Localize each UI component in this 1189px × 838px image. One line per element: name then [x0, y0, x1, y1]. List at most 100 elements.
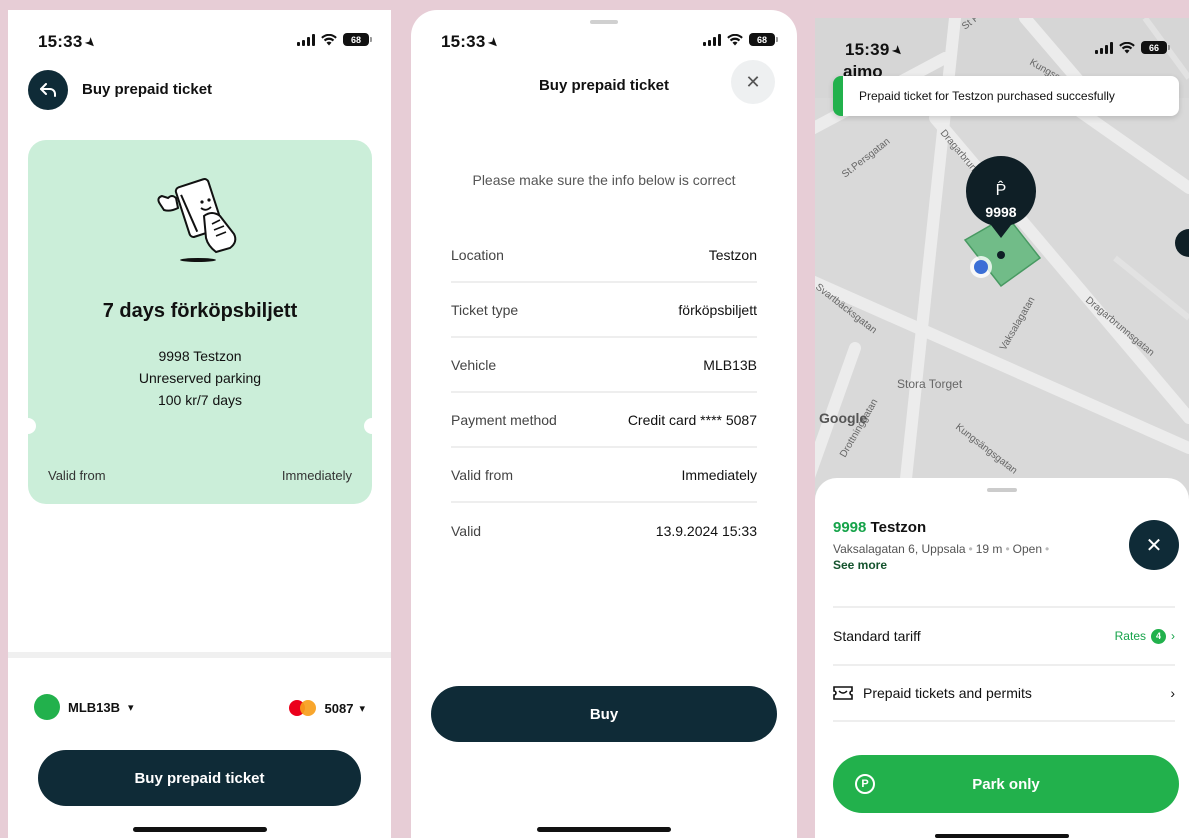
payment-card-selector[interactable]: 5087 ▾ — [288, 700, 365, 716]
row-label: Payment method — [451, 411, 557, 428]
vehicle-selector[interactable]: MLB13B ▾ — [34, 694, 134, 720]
status-bar: 15:39➤ 66 — [815, 38, 1189, 62]
standard-tariff-row[interactable]: Standard tariff Rates 4 › — [833, 606, 1175, 664]
cellular-signal-icon — [1095, 41, 1113, 54]
success-toast: Prepaid ticket for Testzon purchased suc… — [833, 76, 1179, 116]
see-more-link[interactable]: See more — [833, 558, 887, 572]
chevron-right-icon: › — [1171, 629, 1175, 643]
purchase-footer: MLB13B ▾ 5087 ▾ Buy prepaid ticket — [8, 652, 391, 838]
ticket-card: 7 days förköpsbiljett 9998 Testzon Unres… — [20, 140, 380, 504]
chevron-down-icon: ▾ — [359, 702, 365, 715]
summary-row-ticket-type: Ticket type förköpsbiljett — [451, 283, 757, 338]
cellular-signal-icon — [703, 33, 721, 46]
summary-row-payment-method: Payment method Credit card **** 5087 — [451, 393, 757, 448]
close-icon: ✕ — [745, 71, 761, 92]
wifi-icon — [1119, 41, 1135, 53]
ticket-icon — [833, 686, 853, 700]
home-indicator — [132, 827, 267, 832]
user-location-dot — [974, 260, 988, 274]
wifi-icon — [321, 33, 337, 45]
ticket-name: 7 days förköpsbiljett — [102, 300, 298, 322]
close-button[interactable]: ✕ — [1129, 520, 1179, 570]
location-arrow-icon: ➤ — [889, 41, 908, 60]
row-label: Vehicle — [451, 356, 497, 373]
park-only-label: Park only — [972, 775, 1040, 793]
map-zone-screen: Kungsgatan St Persgatan St.Persgatan Dra… — [815, 18, 1189, 838]
row-label: Location — [451, 246, 504, 263]
zone-number: 9998 — [833, 519, 867, 536]
battery-icon: 68 — [749, 33, 778, 46]
parking-icon: P — [855, 774, 875, 794]
hand-holding-card-icon — [157, 178, 237, 262]
place-label: Stora Torget — [897, 377, 963, 391]
close-button[interactable]: ✕ — [731, 60, 775, 104]
page-title: Buy prepaid ticket — [82, 81, 213, 98]
row-label: Valid — [451, 522, 482, 539]
zone-distance: 19 m — [975, 542, 1003, 556]
cellular-signal-icon — [297, 33, 315, 46]
map-view[interactable]: Kungsgatan St Persgatan St.Persgatan Dra… — [815, 18, 1189, 488]
valid-from-row: Valid from Immediately — [48, 468, 352, 483]
ticket-price: 100 kr/7 days — [157, 392, 243, 408]
summary-row-valid-from: Valid from Immediately — [451, 448, 757, 503]
buy-prepaid-ticket-button[interactable]: Buy prepaid ticket — [38, 750, 361, 806]
rates-count-badge: 4 — [1151, 628, 1166, 644]
wifi-icon — [727, 33, 743, 45]
park-only-button[interactable]: P Park only — [833, 755, 1179, 813]
prepaid-tickets-row[interactable]: Prepaid tickets and permits › — [833, 664, 1175, 722]
tariff-label: Standard tariff — [833, 628, 921, 644]
google-attribution: Google — [819, 410, 868, 426]
buy-button[interactable]: Buy — [431, 686, 777, 742]
chevron-down-icon: ▾ — [128, 701, 134, 714]
pin-parking-icon: P̂ — [996, 179, 1007, 199]
confirm-note: Please make sure the info below is corre… — [472, 172, 736, 188]
home-indicator — [935, 834, 1069, 838]
zone-address: Vaksalagatan 6, Uppsala — [833, 542, 966, 556]
zone-title: 9998 Testzon — [833, 519, 926, 536]
sheet-grabber[interactable] — [590, 20, 618, 24]
sheet-grabber[interactable] — [987, 488, 1017, 492]
home-indicator — [537, 827, 671, 832]
status-time: 15:33 — [441, 32, 486, 51]
summary-row-valid: Valid 13.9.2024 15:33 — [451, 503, 757, 558]
row-value: Testzon — [708, 246, 757, 263]
row-label: Valid from — [451, 466, 513, 483]
ticket-zone: 9998 Testzon — [158, 348, 242, 364]
card-last4: 5087 — [324, 700, 354, 716]
row-value: Immediately — [681, 466, 757, 483]
row-value: 13.9.2024 15:33 — [655, 522, 757, 539]
rates-label: Rates — [1114, 629, 1146, 643]
prepaid-label: Prepaid tickets and permits — [863, 685, 1032, 701]
valid-from-value: Immediately — [281, 468, 352, 483]
buy-prepaid-ticket-screen: 15:33➤ 68 Buy prepaid ticket 7 days förk… — [8, 10, 391, 838]
zone-status: Open — [1012, 542, 1042, 556]
status-time: 15:33 — [38, 32, 83, 51]
valid-from-label: Valid from — [48, 468, 106, 483]
status-bar: 15:33➤ 68 — [8, 30, 391, 54]
row-value: Credit card **** 5087 — [627, 411, 757, 428]
back-arrow-icon — [40, 83, 56, 97]
mastercard-icon — [288, 700, 319, 716]
vehicle-plate: MLB13B — [68, 699, 121, 715]
battery-icon: 68 — [343, 33, 372, 46]
row-value: MLB13B — [703, 356, 757, 373]
battery-icon: 66 — [1141, 41, 1170, 54]
pin-label: 9998 — [985, 204, 1016, 220]
status-time: 15:39 — [845, 40, 890, 59]
zone-details-sheet: 9998 Testzon Vaksalagatan 6, Uppsala • 19 … — [815, 478, 1189, 838]
purchase-summary: Location Testzon Ticket type förköpsbilj… — [451, 228, 757, 558]
ticket-parking-type: Unreserved parking — [138, 370, 262, 386]
status-bar: 15:33➤ 68 — [411, 30, 797, 54]
confirm-purchase-sheet: 15:33➤ 68 Buy prepaid ticket ✕ Please ma… — [411, 10, 797, 838]
location-arrow-icon: ➤ — [485, 33, 504, 52]
back-button[interactable] — [28, 70, 68, 110]
chevron-right-icon: › — [1170, 685, 1175, 701]
summary-row-location: Location Testzon — [451, 228, 757, 283]
summary-row-vehicle: Vehicle MLB13B — [451, 338, 757, 393]
zone-name: Testzon — [870, 519, 927, 536]
zone-subtitle: Vaksalagatan 6, Uppsala • 19 m • Open • — [833, 542, 1050, 556]
close-icon: ✕ — [1145, 534, 1163, 557]
vehicle-color-icon — [34, 694, 60, 720]
row-value: förköpsbiljett — [678, 301, 757, 318]
location-arrow-icon: ➤ — [82, 33, 101, 52]
